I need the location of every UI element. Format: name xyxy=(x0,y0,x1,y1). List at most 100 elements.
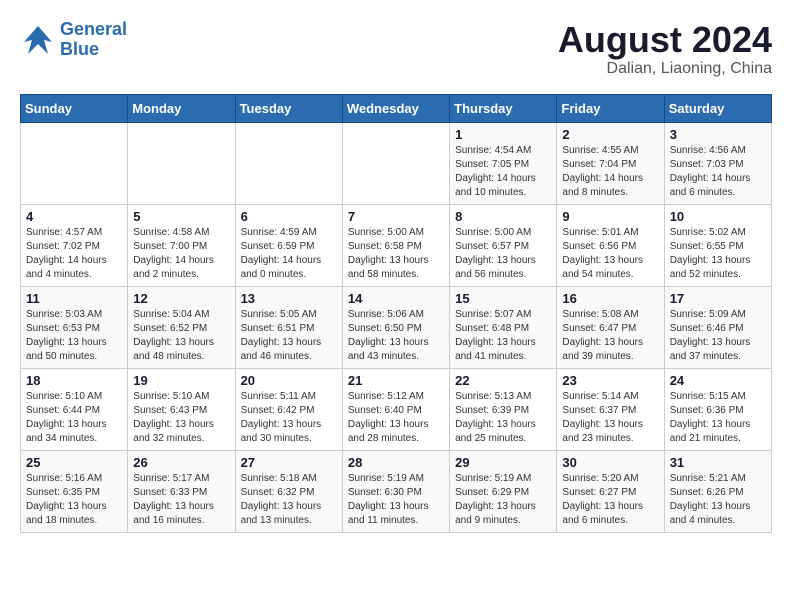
weekday-header-friday: Friday xyxy=(557,94,664,122)
day-number: 13 xyxy=(241,291,337,306)
day-number: 22 xyxy=(455,373,551,388)
calendar-cell: 24Sunrise: 5:15 AM Sunset: 6:36 PM Dayli… xyxy=(664,368,771,450)
calendar-cell: 30 Sunrise: 5:20 AM Sunset: 6:27 PM Dayli… xyxy=(557,450,664,532)
day-number: 16 xyxy=(562,291,658,306)
day-info: Sunrise: 5:10 AM Sunset: 6:44 PM Dayligh… xyxy=(26,390,122,446)
day-info: Sunrise: 5:11 AM Sunset: 6:42 PM Dayligh… xyxy=(241,390,337,446)
calendar-cell: 27Sunrise: 5:18 AM Sunset: 6:32 PM Dayli… xyxy=(235,450,342,532)
day-number: 30 xyxy=(562,455,658,470)
weekday-header-thursday: Thursday xyxy=(450,94,557,122)
calendar-week-row: 4 Sunrise: 4:57 AM Sunset: 7:02 PM Daylig… xyxy=(21,204,772,286)
calendar-cell: 12Sunrise: 5:04 AM Sunset: 6:52 PM Dayli… xyxy=(128,286,235,368)
day-number: 26 xyxy=(133,455,229,470)
day-number: 20 xyxy=(241,373,337,388)
day-info: Sunrise: 4:57 AM Sunset: 7:02 PM Dayligh… xyxy=(26,226,122,282)
day-number: 21 xyxy=(348,373,444,388)
day-info: Sunrise: 5:07 AM Sunset: 6:48 PM Dayligh… xyxy=(455,308,551,364)
day-number: 10 xyxy=(670,209,766,224)
logo-icon xyxy=(20,22,56,58)
calendar-cell: 13 Sunrise: 5:05 AM Sunset: 6:51 PM Dayli… xyxy=(235,286,342,368)
day-info: Sunrise: 5:14 AM Sunset: 6:37 PM Dayligh… xyxy=(562,390,658,446)
day-info: Sunrise: 4:54 AM Sunset: 7:05 PM Dayligh… xyxy=(455,144,551,200)
day-number: 17 xyxy=(670,291,766,306)
calendar-cell: 5 Sunrise: 4:58 AM Sunset: 7:00 PM Daylig… xyxy=(128,204,235,286)
day-info: Sunrise: 5:20 AM Sunset: 6:27 PM Dayligh… xyxy=(562,472,658,528)
calendar-cell: 15Sunrise: 5:07 AM Sunset: 6:48 PM Dayli… xyxy=(450,286,557,368)
day-number: 4 xyxy=(26,209,122,224)
weekday-header-row: SundayMondayTuesdayWednesdayThursdayFrid… xyxy=(21,94,772,122)
calendar-cell: 3Sunrise: 4:56 AM Sunset: 7:03 PM Daylig… xyxy=(664,122,771,204)
day-info: Sunrise: 4:59 AM Sunset: 6:59 PM Dayligh… xyxy=(241,226,337,282)
calendar-table: SundayMondayTuesdayWednesdayThursdayFrid… xyxy=(20,94,772,533)
weekday-header-saturday: Saturday xyxy=(664,94,771,122)
calendar-cell: 21 Sunrise: 5:12 AM Sunset: 6:40 PM Dayli… xyxy=(342,368,449,450)
day-number: 31 xyxy=(670,455,766,470)
calendar-cell: 23 Sunrise: 5:14 AM Sunset: 6:37 PM Dayli… xyxy=(557,368,664,450)
day-info: Sunrise: 5:08 AM Sunset: 6:47 PM Dayligh… xyxy=(562,308,658,364)
calendar-cell xyxy=(235,122,342,204)
day-info: Sunrise: 5:19 AM Sunset: 6:30 PM Dayligh… xyxy=(348,472,444,528)
calendar-cell xyxy=(21,122,128,204)
page-header: General Blue August 2024 Dalian, Liaonin… xyxy=(20,20,772,78)
calendar-cell: 29Sunrise: 5:19 AM Sunset: 6:29 PM Dayli… xyxy=(450,450,557,532)
calendar-cell: 7 Sunrise: 5:00 AM Sunset: 6:58 PM Daylig… xyxy=(342,204,449,286)
day-number: 25 xyxy=(26,455,122,470)
calendar-cell xyxy=(342,122,449,204)
day-number: 7 xyxy=(348,209,444,224)
day-number: 8 xyxy=(455,209,551,224)
day-number: 11 xyxy=(26,291,122,306)
calendar-cell: 25Sunrise: 5:16 AM Sunset: 6:35 PM Dayli… xyxy=(21,450,128,532)
calendar-cell: 6Sunrise: 4:59 AM Sunset: 6:59 PM Daylig… xyxy=(235,204,342,286)
day-number: 28 xyxy=(348,455,444,470)
weekday-header-monday: Monday xyxy=(128,94,235,122)
calendar-cell xyxy=(128,122,235,204)
calendar-cell: 11 Sunrise: 5:03 AM Sunset: 6:53 PM Dayli… xyxy=(21,286,128,368)
calendar-cell: 20 Sunrise: 5:11 AM Sunset: 6:42 PM Dayli… xyxy=(235,368,342,450)
day-info: Sunrise: 5:12 AM Sunset: 6:40 PM Dayligh… xyxy=(348,390,444,446)
calendar-cell: 22 Sunrise: 5:13 AM Sunset: 6:39 PM Dayli… xyxy=(450,368,557,450)
day-info: Sunrise: 4:55 AM Sunset: 7:04 PM Dayligh… xyxy=(562,144,658,200)
day-number: 9 xyxy=(562,209,658,224)
day-number: 23 xyxy=(562,373,658,388)
title-block: August 2024 Dalian, Liaoning, China xyxy=(558,20,772,78)
day-info: Sunrise: 5:00 AM Sunset: 6:58 PM Dayligh… xyxy=(348,226,444,282)
day-number: 14 xyxy=(348,291,444,306)
day-number: 5 xyxy=(133,209,229,224)
day-info: Sunrise: 5:21 AM Sunset: 6:26 PM Dayligh… xyxy=(670,472,766,528)
calendar-cell: 16 Sunrise: 5:08 AM Sunset: 6:47 PM Dayli… xyxy=(557,286,664,368)
day-info: Sunrise: 5:09 AM Sunset: 6:46 PM Dayligh… xyxy=(670,308,766,364)
logo: General Blue xyxy=(20,20,127,60)
day-info: Sunrise: 5:05 AM Sunset: 6:51 PM Dayligh… xyxy=(241,308,337,364)
day-info: Sunrise: 5:03 AM Sunset: 6:53 PM Dayligh… xyxy=(26,308,122,364)
day-info: Sunrise: 5:18 AM Sunset: 6:32 PM Dayligh… xyxy=(241,472,337,528)
day-info: Sunrise: 5:15 AM Sunset: 6:36 PM Dayligh… xyxy=(670,390,766,446)
day-info: Sunrise: 5:19 AM Sunset: 6:29 PM Dayligh… xyxy=(455,472,551,528)
day-number: 18 xyxy=(26,373,122,388)
day-info: Sunrise: 5:00 AM Sunset: 6:57 PM Dayligh… xyxy=(455,226,551,282)
calendar-cell: 18 Sunrise: 5:10 AM Sunset: 6:44 PM Dayli… xyxy=(21,368,128,450)
calendar-cell: 1Sunrise: 4:54 AM Sunset: 7:05 PM Daylig… xyxy=(450,122,557,204)
day-number: 12 xyxy=(133,291,229,306)
day-info: Sunrise: 5:10 AM Sunset: 6:43 PM Dayligh… xyxy=(133,390,229,446)
logo-text: General Blue xyxy=(60,20,127,60)
day-info: Sunrise: 5:02 AM Sunset: 6:55 PM Dayligh… xyxy=(670,226,766,282)
day-info: Sunrise: 5:06 AM Sunset: 6:50 PM Dayligh… xyxy=(348,308,444,364)
day-number: 2 xyxy=(562,127,658,142)
weekday-header-tuesday: Tuesday xyxy=(235,94,342,122)
day-info: Sunrise: 5:01 AM Sunset: 6:56 PM Dayligh… xyxy=(562,226,658,282)
calendar-week-row: 25Sunrise: 5:16 AM Sunset: 6:35 PM Dayli… xyxy=(21,450,772,532)
day-info: Sunrise: 4:56 AM Sunset: 7:03 PM Dayligh… xyxy=(670,144,766,200)
calendar-cell: 4 Sunrise: 4:57 AM Sunset: 7:02 PM Daylig… xyxy=(21,204,128,286)
calendar-cell: 17 Sunrise: 5:09 AM Sunset: 6:46 PM Dayli… xyxy=(664,286,771,368)
calendar-cell: 19Sunrise: 5:10 AM Sunset: 6:43 PM Dayli… xyxy=(128,368,235,450)
calendar-cell: 14 Sunrise: 5:06 AM Sunset: 6:50 PM Dayli… xyxy=(342,286,449,368)
location: Dalian, Liaoning, China xyxy=(558,60,772,78)
day-info: Sunrise: 5:13 AM Sunset: 6:39 PM Dayligh… xyxy=(455,390,551,446)
calendar-cell: 28 Sunrise: 5:19 AM Sunset: 6:30 PM Dayli… xyxy=(342,450,449,532)
calendar-week-row: 11 Sunrise: 5:03 AM Sunset: 6:53 PM Dayli… xyxy=(21,286,772,368)
calendar-cell: 2 Sunrise: 4:55 AM Sunset: 7:04 PM Daylig… xyxy=(557,122,664,204)
calendar-cell: 9 Sunrise: 5:01 AM Sunset: 6:56 PM Daylig… xyxy=(557,204,664,286)
calendar-week-row: 18 Sunrise: 5:10 AM Sunset: 6:44 PM Dayli… xyxy=(21,368,772,450)
month-title: August 2024 xyxy=(558,20,772,60)
day-info: Sunrise: 4:58 AM Sunset: 7:00 PM Dayligh… xyxy=(133,226,229,282)
